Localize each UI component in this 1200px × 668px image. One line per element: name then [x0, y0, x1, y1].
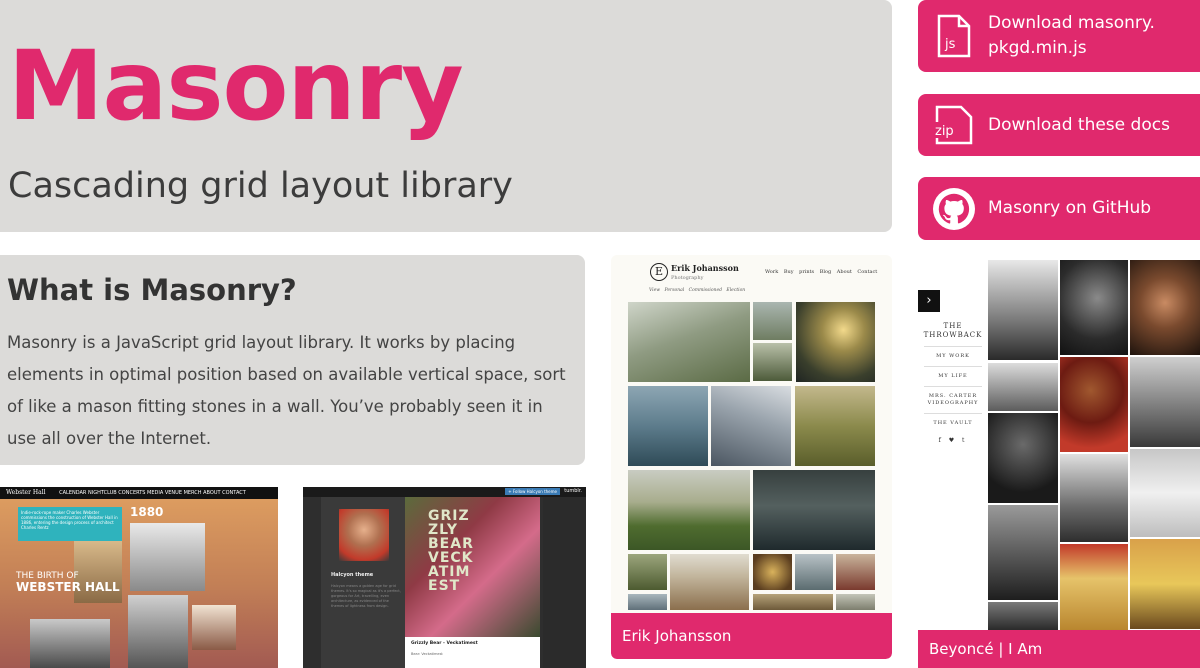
what-description: Masonry is a JavaScript grid layout libr… [7, 333, 566, 448]
beyonce-photo [988, 413, 1058, 503]
feed-strip [543, 497, 586, 668]
beyonce-photo [988, 260, 1058, 360]
erik-photo [628, 302, 750, 382]
site-title: Masonry [8, 30, 464, 142]
js-file-icon: js [928, 14, 980, 58]
webster-note: Indie-rock-rope maker Charles Webster co… [18, 507, 122, 541]
social-icons[interactable]: f ♥ t [918, 437, 988, 444]
download-js-label: Download masonry. pkgd.min.js [988, 13, 1155, 58]
beyonce-caption: Beyoncé | I Am [918, 630, 1200, 668]
erik-photo [795, 386, 875, 466]
erik-photo [753, 302, 792, 340]
download-docs-label: Download these docs [988, 114, 1170, 135]
webster-photo [30, 619, 110, 668]
beyonce-nav-item[interactable]: MRS. CARTER VIDEOGRAPHY [924, 386, 982, 407]
svg-text:zip: zip [935, 124, 954, 139]
beyonce-photo [988, 363, 1058, 411]
post-byline: Bear: Veckatimest [411, 652, 443, 656]
webster-photo [192, 605, 236, 650]
erik-photo [753, 470, 875, 550]
erik-photo [628, 594, 667, 610]
beyonce-photo [988, 602, 1058, 630]
site-tagline: Cascading grid layout library [8, 166, 513, 206]
showcase-halcyon[interactable]: + Follow Halcyon theme tumblr. Halcyon t… [303, 487, 586, 668]
github-button[interactable]: Masonry on GitHub [918, 177, 1200, 240]
webster-year: 1880 [130, 505, 164, 519]
webster-logo: Webster Hall [6, 489, 46, 496]
beyonce-sidebar: THE THROWBACK MY WORK MY LIFE MRS. CARTE… [918, 318, 988, 444]
beyonce-nav-item[interactable]: THE VAULT [924, 413, 982, 427]
erik-photo [753, 554, 792, 590]
showcase-beyonce[interactable]: › THE THROWBACK MY WORK MY LIFE MRS. CAR… [918, 260, 1200, 668]
webster-headline-line2: WEBSTER HALL [16, 580, 120, 594]
tumblr-logo: tumblr. [564, 488, 582, 494]
beyonce-nav-item[interactable]: MY WORK [924, 346, 982, 360]
erik-site-subnav: View Personal Commissioned Election [649, 288, 746, 293]
erik-site-name: Erik Johansson [671, 263, 739, 273]
avatar [339, 509, 389, 561]
beyonce-photo [1130, 260, 1200, 355]
download-js-button[interactable]: js Download masonry. pkgd.min.js [918, 0, 1200, 72]
erik-photo [796, 302, 875, 382]
beyonce-photo [1060, 454, 1128, 542]
webster-nav-bar: Webster Hall CALENDAR NIGHTCLUB CONCERTS… [0, 487, 278, 499]
erik-photo [628, 554, 667, 590]
beyonce-photo [1060, 357, 1128, 452]
erik-photo [795, 554, 833, 590]
erik-logo: E [650, 263, 668, 281]
post-meta: Grizzly Bear - Veckatimest Bear: Veckati… [405, 637, 540, 668]
erik-site-nav: Work Buy prints Blog About Contact [765, 269, 878, 275]
webster-photo [130, 523, 205, 591]
post-title: Grizzly Bear - Veckatimest [411, 641, 478, 646]
halcyon-description: Halcyon means a golden age for grid them… [331, 584, 401, 608]
erik-photo [711, 386, 791, 466]
halcyon-theme-label: Halcyon theme [331, 572, 374, 578]
erik-photo [628, 386, 708, 466]
follow-button[interactable]: + Follow Halcyon theme [505, 488, 560, 495]
what-is-masonry-panel: What is Masonry? Masonry is a JavaScript… [0, 255, 585, 465]
github-label: Masonry on GitHub [988, 198, 1152, 218]
beyonce-nav-item[interactable]: MY LIFE [924, 366, 982, 380]
showcase-webster-hall[interactable]: Webster Hall CALENDAR NIGHTCLUB CONCERTS… [0, 487, 278, 668]
what-heading: What is Masonry? [7, 273, 297, 307]
erik-photo [753, 343, 792, 381]
github-icon [928, 187, 980, 230]
erik-photo [628, 470, 750, 550]
beyonce-photo [1130, 539, 1200, 629]
beyonce-photo [988, 505, 1058, 600]
arrow-right-icon[interactable]: › [918, 290, 940, 312]
erik-photo [753, 594, 833, 610]
album-art-text: GRIZ ZLY BEAR VECK ATIM EST [428, 508, 474, 594]
erik-photo [836, 594, 875, 610]
beyonce-photo [1130, 449, 1200, 537]
webster-nav[interactable]: CALENDAR NIGHTCLUB CONCERTS MEDIA VENUE … [59, 490, 246, 496]
erik-photo [836, 554, 875, 590]
zip-file-icon: zip [928, 105, 980, 145]
webster-headline: THE BIRTH OF WEBSTER HALL [16, 571, 120, 595]
webster-photo [128, 595, 188, 668]
erik-photo [670, 554, 749, 610]
beyonce-side-title: THE THROWBACK [923, 322, 983, 339]
showcase-erik-johansson[interactable]: E Erik Johansson Photography Work Buy pr… [611, 255, 892, 659]
erik-site-subtitle: Photography [671, 275, 704, 281]
beyonce-photo [1060, 260, 1128, 355]
erik-caption: Erik Johansson [611, 613, 892, 659]
svg-text:js: js [944, 37, 956, 52]
beyonce-photo [1060, 544, 1128, 630]
download-docs-button[interactable]: zip Download these docs [918, 94, 1200, 156]
beyonce-photo [1130, 357, 1200, 447]
